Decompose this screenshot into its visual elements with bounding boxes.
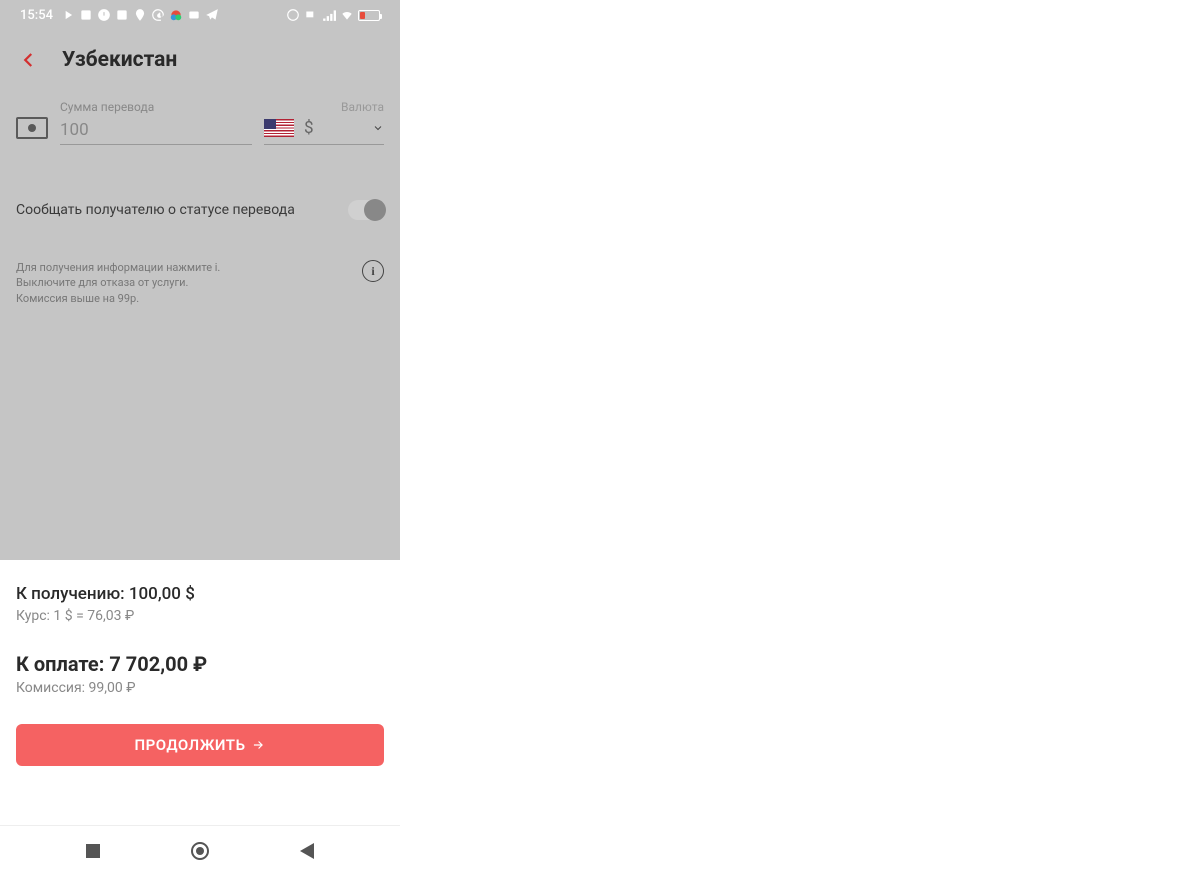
status-time: 15:54 xyxy=(20,8,53,23)
info-line-2: Выключите для отказа от услуги. xyxy=(16,275,220,290)
location-icon xyxy=(133,8,147,22)
chevron-down-icon xyxy=(372,122,384,134)
status-bar: 15:54 xyxy=(0,0,400,30)
arrow-right-icon xyxy=(251,738,265,752)
amount-form-row: Сумма перевода Валюта $ xyxy=(0,90,400,155)
info-icon[interactable]: i xyxy=(362,260,384,282)
status-icons-right xyxy=(286,8,380,22)
at-icon xyxy=(151,8,165,22)
money-icon xyxy=(16,117,48,139)
nav-recent-button[interactable] xyxy=(86,844,100,858)
amount-label: Сумма перевода xyxy=(60,100,252,114)
currency-symbol: $ xyxy=(304,118,362,138)
info-line-3: Комиссия выше на 99р. xyxy=(16,291,220,306)
amount-input[interactable] xyxy=(60,116,252,145)
upper-section: 15:54 Узбекистан xyxy=(0,0,400,560)
continue-label: ПРОДОЛЖИТЬ xyxy=(135,736,246,754)
info-row: Для получения информации нажмите i. Выкл… xyxy=(0,240,400,326)
signal-icon xyxy=(322,8,336,22)
receive-amount: К получению: 100,00 $ xyxy=(16,584,384,604)
battery-icon xyxy=(358,10,380,21)
network-icon xyxy=(304,8,318,22)
camera-icon xyxy=(187,8,201,22)
currency-label: Валюта xyxy=(264,100,384,114)
alarm-icon xyxy=(97,8,111,22)
amount-input-group: Сумма перевода xyxy=(60,100,252,145)
info-line-1: Для получения информации нажмите i. xyxy=(16,260,220,275)
notify-toggle-row: Сообщать получателю о статусе перевода xyxy=(0,155,400,240)
notify-toggle-label: Сообщать получателю о статусе перевода xyxy=(16,202,295,218)
usa-flag-icon xyxy=(264,119,294,137)
info-text: Для получения информации нажмите i. Выкл… xyxy=(16,260,220,306)
alarm-status-icon xyxy=(286,8,300,22)
notify-toggle[interactable] xyxy=(348,200,384,220)
continue-button[interactable]: ПРОДОЛЖИТЬ xyxy=(16,724,384,766)
status-icons-left xyxy=(61,8,286,22)
nav-back-button[interactable] xyxy=(300,843,314,859)
play-icon xyxy=(61,8,75,22)
fee-amount: Комиссия: 99,00 ₽ xyxy=(16,680,384,696)
page-title: Узбекистан xyxy=(62,48,177,72)
colorful-icon xyxy=(169,8,183,22)
back-button[interactable] xyxy=(20,51,38,69)
header: Узбекистан xyxy=(0,30,400,90)
wifi-icon xyxy=(340,8,354,22)
summary-section: К получению: 100,00 $ Курс: 1 $ = 76,03 … xyxy=(0,560,400,724)
currency-group: Валюта $ xyxy=(264,100,384,145)
telegram-icon xyxy=(205,8,219,22)
phone-screen: 15:54 Узбекистан xyxy=(0,0,400,875)
app-icon-2 xyxy=(115,8,129,22)
pay-amount: К оплате: 7 702,00 ₽ xyxy=(16,652,384,676)
app-icon-1 xyxy=(79,8,93,22)
exchange-rate: Курс: 1 $ = 76,03 ₽ xyxy=(16,608,384,624)
nav-home-button[interactable] xyxy=(191,842,209,860)
android-nav-bar xyxy=(0,825,400,875)
currency-select[interactable]: $ xyxy=(264,116,384,145)
